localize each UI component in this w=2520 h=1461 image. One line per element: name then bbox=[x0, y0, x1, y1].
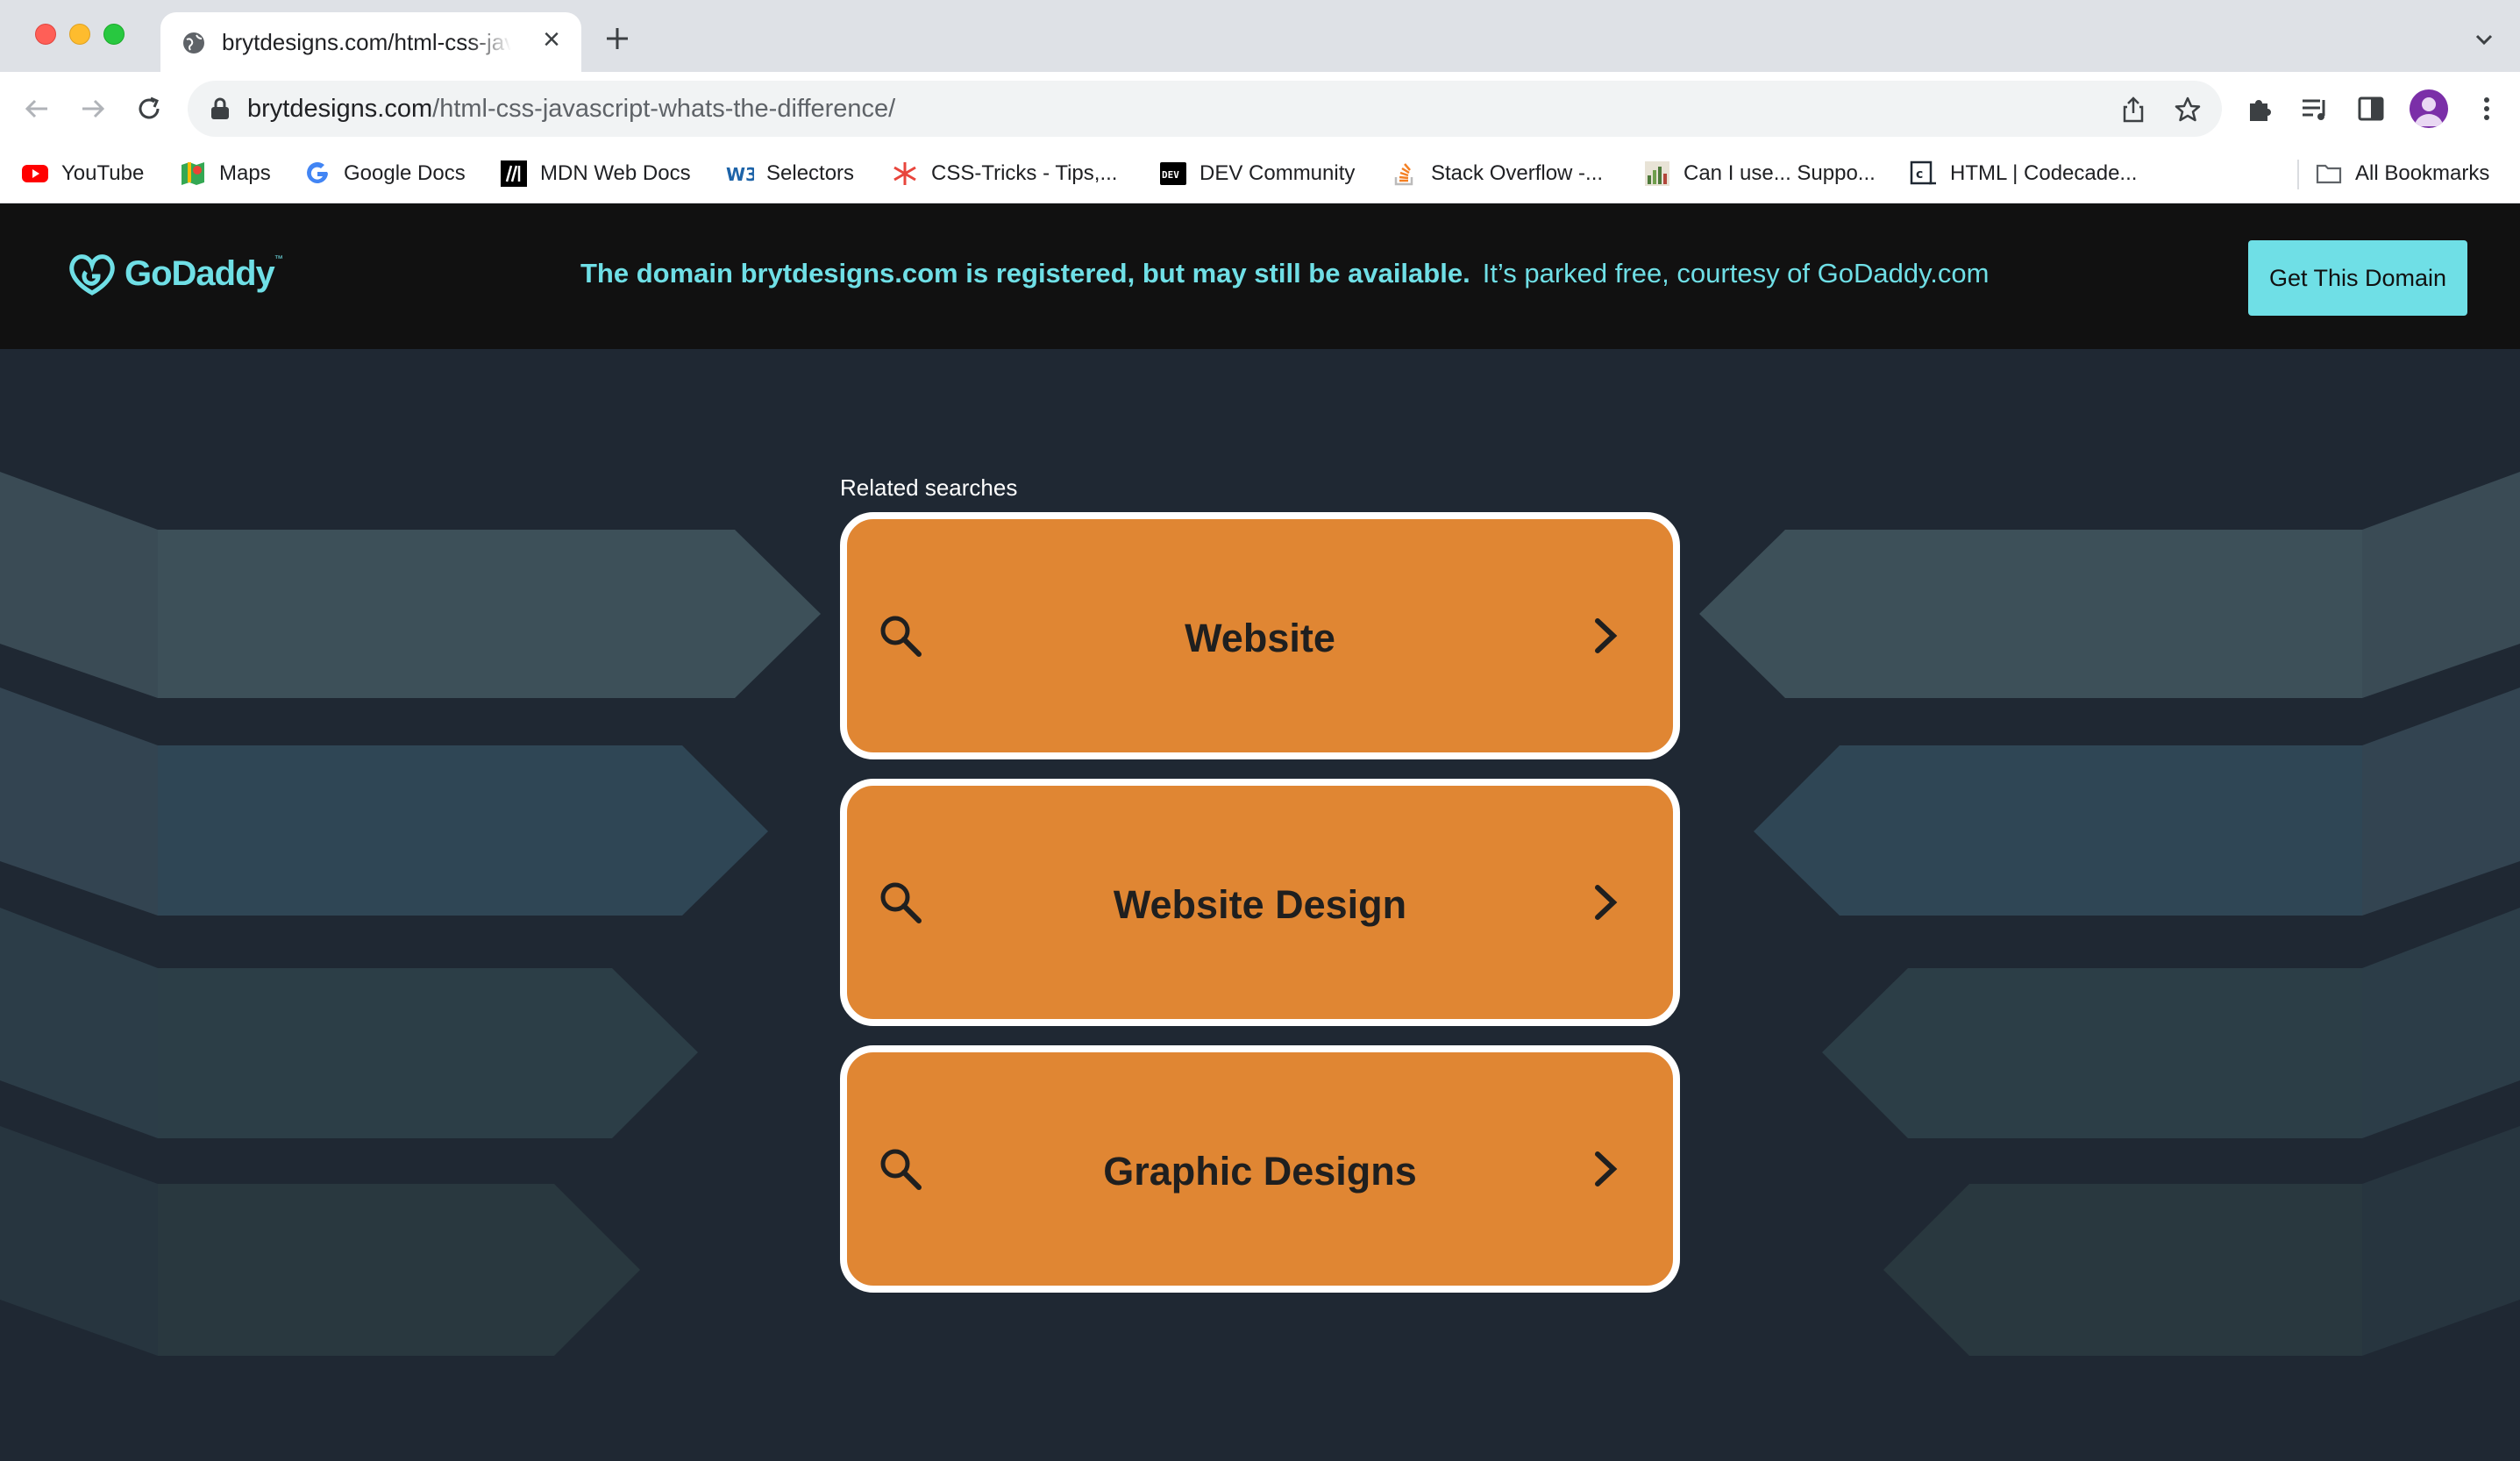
url-domain: brytdesigns.com bbox=[247, 95, 433, 123]
stackoverflow-icon bbox=[1394, 163, 1413, 186]
all-bookmarks-button[interactable]: All Bookmarks bbox=[2315, 158, 2489, 189]
maps-icon bbox=[182, 162, 204, 185]
url-text: brytdesigns.com/html-css-javascript-what… bbox=[247, 95, 895, 124]
bookmark-label: Stack Overflow -... bbox=[1431, 161, 1604, 185]
parked-domain-page: GoDaddy ™ The domain brytdesigns.com is … bbox=[0, 203, 2520, 1461]
caniuse-icon bbox=[1645, 161, 1669, 186]
reload-icon[interactable] bbox=[132, 91, 167, 126]
side-panel-icon[interactable] bbox=[2353, 91, 2388, 126]
bookmark-codecademy[interactable]: c HTML | Codecade... bbox=[1910, 158, 2137, 189]
related-search-website[interactable]: Website bbox=[840, 512, 1680, 759]
all-bookmarks-label: All Bookmarks bbox=[2355, 161, 2490, 185]
svg-text:c: c bbox=[1916, 167, 1923, 182]
godaddy-banner: GoDaddy ™ The domain brytdesigns.com is … bbox=[0, 203, 2520, 349]
browser-toolbar: brytdesigns.com/html-css-javascript-what… bbox=[0, 72, 2520, 146]
folder-icon bbox=[2316, 164, 2342, 184]
bookmark-maps[interactable]: Maps bbox=[179, 158, 271, 189]
url-path: /html-css-javascript-whats-the-differenc… bbox=[432, 95, 896, 123]
related-search-label: Website Design bbox=[1113, 882, 1407, 927]
chevron-right-icon bbox=[1595, 618, 1618, 653]
youtube-icon bbox=[22, 165, 48, 182]
godaddy-heart-icon bbox=[69, 254, 115, 296]
bookmark-google-docs[interactable]: Google Docs bbox=[303, 158, 466, 189]
bookmark-css-tricks[interactable]: CSS-Tricks - Tips,... bbox=[891, 158, 1117, 189]
google-icon bbox=[307, 161, 328, 183]
bookmarks-separator bbox=[2297, 160, 2299, 189]
get-this-domain-button[interactable]: Get This Domain bbox=[2248, 240, 2467, 316]
bookmark-label: CSS-Tricks - Tips,... bbox=[931, 161, 1118, 185]
bookmark-label: HTML | Codecade... bbox=[1950, 161, 2138, 185]
dev-icon: DEV bbox=[1160, 162, 1186, 185]
tab-title: brytdesigns.com/html-css-javascript-what… bbox=[222, 29, 511, 55]
bookmark-stack-overflow[interactable]: Stack Overflow -... bbox=[1391, 158, 1603, 189]
related-search-graphic-designs[interactable]: Graphic Designs bbox=[840, 1045, 1680, 1293]
bookmark-mdn[interactable]: MDN Web Docs bbox=[500, 158, 691, 189]
bookmark-label: Selectors bbox=[766, 161, 855, 185]
notice-headline: The domain brytdesigns.com is registered… bbox=[580, 258, 1470, 289]
profile-avatar[interactable] bbox=[2410, 89, 2448, 128]
forward-arrow-icon[interactable] bbox=[75, 91, 110, 126]
extensions-puzzle-icon[interactable] bbox=[2243, 91, 2278, 126]
lock-icon[interactable] bbox=[209, 96, 231, 121]
person-icon bbox=[2415, 97, 2443, 126]
godaddy-logo[interactable]: GoDaddy ™ bbox=[67, 249, 283, 298]
active-tab[interactable]: brytdesigns.com/html-css-javascript-what… bbox=[160, 12, 581, 72]
related-search-label: Graphic Designs bbox=[1103, 1149, 1417, 1194]
chevron-right-icon bbox=[1595, 1151, 1618, 1187]
parked-notice: The domain brytdesigns.com is registered… bbox=[580, 258, 1990, 289]
chevron-right-icon bbox=[1595, 885, 1618, 920]
bookmark-label: Google Docs bbox=[344, 161, 466, 185]
address-bar[interactable]: brytdesigns.com/html-css-javascript-what… bbox=[188, 81, 2222, 137]
minimize-window-button[interactable] bbox=[69, 24, 90, 45]
related-searches-heading: Related searches bbox=[840, 474, 1018, 501]
related-search-label: Website bbox=[1185, 616, 1335, 660]
codecademy-icon: c bbox=[1910, 160, 1936, 185]
svg-text:DEV: DEV bbox=[1162, 169, 1179, 181]
related-search-website-design[interactable]: Website Design bbox=[840, 779, 1680, 1026]
share-icon[interactable] bbox=[2118, 95, 2148, 125]
maximize-window-button[interactable] bbox=[103, 24, 125, 45]
back-arrow-icon[interactable] bbox=[19, 91, 54, 126]
chevron-down-icon[interactable] bbox=[2471, 26, 2497, 53]
mdn-icon bbox=[501, 160, 527, 187]
new-tab-icon[interactable] bbox=[602, 23, 633, 54]
media-queue-icon[interactable] bbox=[2297, 91, 2332, 126]
bookmark-label: DEV Community bbox=[1199, 161, 1356, 185]
bookmark-selectors[interactable]: W3 Selectors bbox=[726, 158, 854, 189]
globe-icon bbox=[183, 32, 204, 53]
more-vertical-icon[interactable] bbox=[2469, 91, 2504, 126]
bookmark-star-icon[interactable] bbox=[2173, 95, 2203, 125]
svg-text:W3: W3 bbox=[726, 164, 754, 185]
bookmarks-bar: YouTube Maps Google Docs MDN Web Docs W3… bbox=[0, 146, 2520, 203]
bookmark-youtube[interactable]: YouTube bbox=[21, 158, 144, 189]
browser-tab-bar: brytdesigns.com/html-css-javascript-what… bbox=[0, 0, 2520, 72]
bookmark-label: Maps bbox=[219, 161, 271, 185]
logo-text: GoDaddy bbox=[125, 253, 275, 293]
logo-trademark: ™ bbox=[274, 254, 283, 264]
close-window-button[interactable] bbox=[35, 24, 56, 45]
close-tab-icon[interactable]: × bbox=[537, 25, 566, 54]
bookmark-label: MDN Web Docs bbox=[540, 161, 691, 185]
bookmark-label: Can I use... Suppo... bbox=[1684, 161, 1876, 185]
bookmark-label: YouTube bbox=[61, 161, 145, 185]
w3-icon: W3 bbox=[726, 164, 754, 185]
bookmark-dev-community[interactable]: DEV DEV Community bbox=[1159, 158, 1355, 189]
css-tricks-icon bbox=[893, 162, 916, 185]
notice-subtext: It’s parked free, courtesy of GoDaddy.co… bbox=[1482, 258, 1990, 289]
bookmark-caniuse[interactable]: Can I use... Suppo... bbox=[1643, 158, 1876, 189]
